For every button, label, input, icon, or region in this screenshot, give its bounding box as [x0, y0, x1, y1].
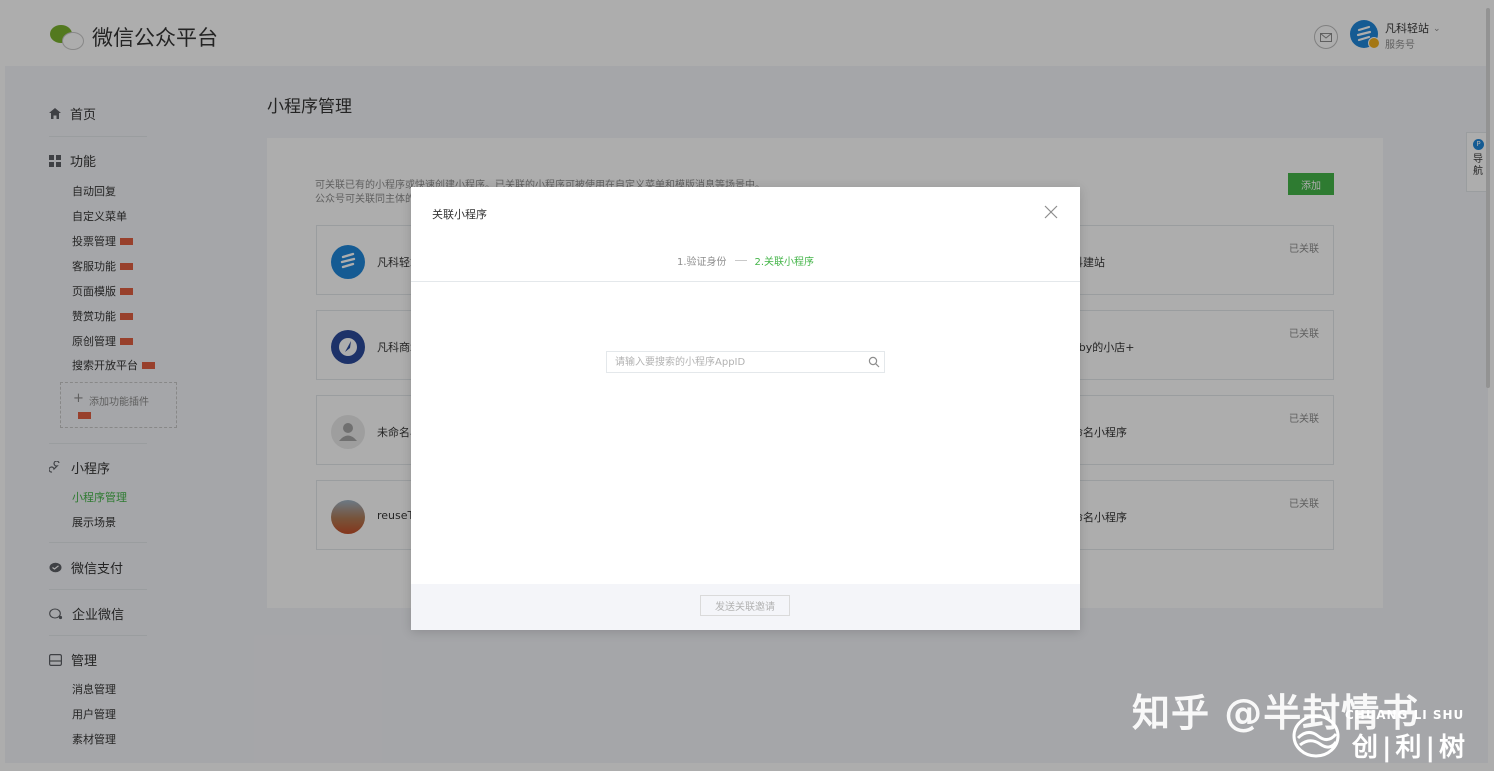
search-icon[interactable]: [868, 356, 880, 368]
appid-search-box: [606, 351, 885, 373]
step-indicator: 1.验证身份 2.关联小程序: [411, 253, 1080, 268]
step-connector: [734, 260, 747, 261]
link-miniprogram-dialog: 关联小程序 1.验证身份 2.关联小程序 发送关联邀请: [411, 187, 1080, 630]
step-link-miniprogram: 2.关联小程序: [754, 257, 815, 268]
brand-watermark-small: CHUANG LI SHU: [1345, 708, 1465, 722]
dialog-title: 关联小程序: [432, 208, 487, 221]
divider: [411, 281, 1080, 282]
dialog-footer: 发送关联邀请: [411, 584, 1080, 630]
appid-search-input[interactable]: [607, 352, 865, 372]
step-verify-identity: 1.验证身份: [676, 257, 727, 268]
close-icon[interactable]: [1042, 203, 1060, 221]
brand-watermark: 创|利|树: [1352, 733, 1469, 763]
send-invitation-button[interactable]: 发送关联邀请: [700, 595, 790, 616]
